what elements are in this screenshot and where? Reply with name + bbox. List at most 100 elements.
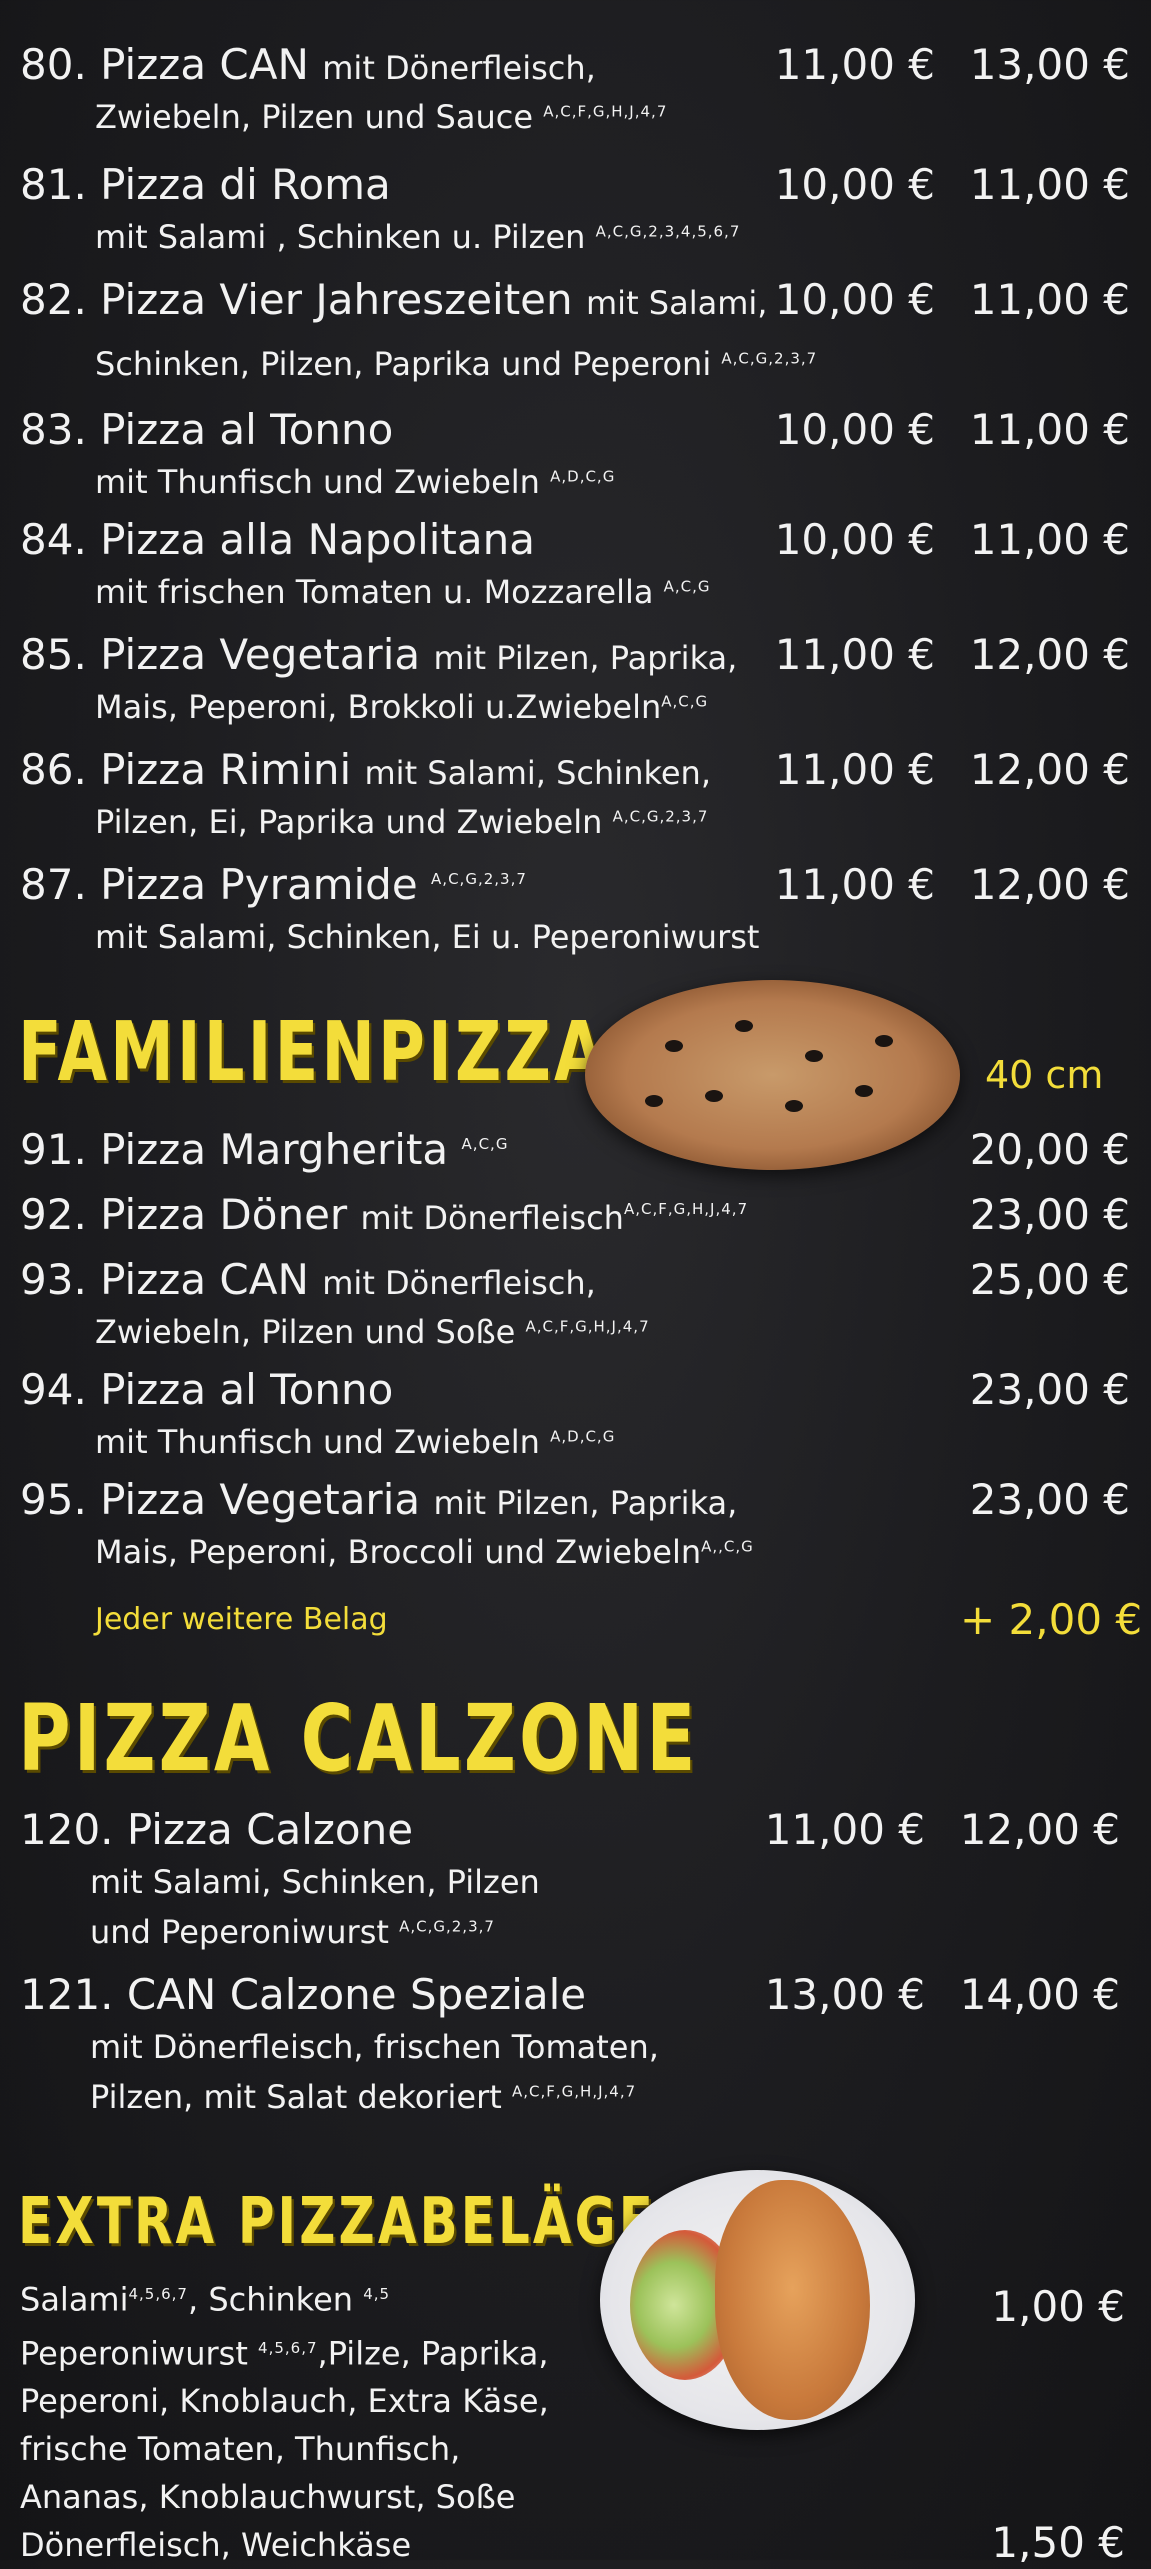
allergen-codes: A,C,G,2,3,7 [399, 1917, 495, 1936]
allergen-codes: A,C,G [461, 1135, 509, 1153]
allergen-codes: A,,C,G [701, 1537, 754, 1556]
item-number: 87. [20, 860, 87, 909]
item-name: Pizza Pyramide [100, 860, 418, 909]
item-description: mit Pilzen, Paprika, [433, 639, 738, 677]
price-small: 11,00 € [774, 745, 935, 794]
allergen-codes: A,C,F,G,H,J,4,7 [623, 1200, 749, 1218]
item-number: 85. [20, 630, 87, 679]
item-number: 92. [20, 1190, 87, 1239]
allergen-codes: A,C,G,2,3,4,5,6,7 [595, 222, 741, 241]
olive-icon [875, 1035, 893, 1047]
section-title-extras: EXTRA PIZZABELÄGE [18, 2185, 656, 2259]
item-name: Pizza Döner [100, 1190, 348, 1239]
calzone-dish [715, 2180, 870, 2420]
price-small: 10,00 € [774, 515, 935, 564]
item-description: mit Dönerfleisch, frischen Tomaten, [90, 2028, 659, 2066]
extra-price-1: 1,00 € [991, 2282, 1125, 2331]
item-name: Pizza alla Napolitana [100, 515, 535, 564]
extra-item: , Schinken [187, 2280, 354, 2319]
olive-icon [645, 1095, 663, 1107]
allergen-codes: A,C,G,2,3,7 [612, 807, 709, 826]
price-large: 12,00 € [959, 1805, 1120, 1854]
item-number: 84. [20, 515, 87, 564]
item-name: Pizza Vegetaria [100, 630, 421, 679]
item-description: und Peperoniwurst [90, 1913, 389, 1951]
item-description: Pilzen, Ei, Paprika und Zwiebeln [95, 803, 603, 841]
item-description: mit Thunfisch und Zwiebeln [95, 463, 540, 501]
item-number: 121. [20, 1970, 114, 2019]
extra-item: Salami [20, 2280, 129, 2319]
price-small: 13,00 € [764, 1970, 925, 2019]
item-name: Pizza CAN [100, 1255, 309, 1304]
allergen-codes: A,C,G,2,3,7 [721, 349, 818, 368]
olive-icon [855, 1085, 873, 1097]
price-small: 11,00 € [774, 40, 935, 89]
olive-icon [785, 1100, 803, 1112]
item-description: mit Pilzen, Paprika, [433, 1484, 738, 1522]
price-large: 12,00 € [969, 860, 1130, 909]
item-description: mit Dönerfleisch, [322, 49, 596, 87]
price-large: 12,00 € [969, 745, 1130, 794]
price-large: 12,00 € [969, 630, 1130, 679]
item-number: 80. [20, 40, 87, 89]
pizza-size: 40 cm [985, 1053, 1104, 1097]
item-number: 93. [20, 1255, 87, 1304]
item-description: mit Thunfisch und Zwiebeln [95, 1423, 540, 1461]
extras-list: Salami4,5,6,7, Schinken 4,5 Peperoniwurs… [20, 2270, 549, 2569]
extra-item: Dönerfleisch, Weichkäse [20, 2526, 412, 2565]
price: 25,00 € [969, 1255, 1130, 1304]
item-description: mit Dönerfleisch, [322, 1264, 596, 1302]
price: 23,00 € [969, 1190, 1130, 1239]
section-title-familienpizza: FAMILIENPIZZA [18, 1005, 607, 1100]
item-name: Pizza Vier Jahreszeiten [100, 275, 573, 324]
allergen-codes: 4,5 [363, 2285, 391, 2303]
item-description: Schinken, Pilzen, Paprika und Peperoni [95, 345, 712, 383]
olive-icon [805, 1050, 823, 1062]
price-large: 14,00 € [959, 1970, 1120, 2019]
allergen-codes: A,C,F,G,H,J,4,7 [525, 1317, 650, 1336]
extra-topping-price: + 2,00 € [960, 1595, 1143, 1644]
item-description: mit frischen Tomaten u. Mozzarella [95, 573, 654, 611]
price-small: 10,00 € [774, 405, 935, 454]
item-number: 91. [20, 1125, 87, 1174]
item-number: 82. [20, 275, 87, 324]
price: 23,00 € [969, 1475, 1130, 1524]
item-number: 94. [20, 1365, 87, 1414]
section-title-calzone: PIZZA CALZONE [18, 1685, 699, 1792]
price-small: 11,00 € [774, 860, 935, 909]
price-small: 11,00 € [774, 630, 935, 679]
allergen-codes: A,D,C,G [550, 467, 616, 486]
extra-item: Peperoni, Knoblauch, Extra Käse, [20, 2382, 549, 2421]
item-description: Zwiebeln, Pilzen und Soße [95, 1313, 516, 1351]
item-description: mit Salami, Schinken, [364, 754, 712, 792]
price: 23,00 € [969, 1365, 1130, 1414]
allergen-codes: A,D,C,G [550, 1427, 616, 1446]
item-description: mit Salami , Schinken u. Pilzen [95, 218, 586, 256]
price-small: 10,00 € [774, 275, 935, 324]
price-large: 11,00 € [969, 275, 1130, 324]
item-name: Pizza Calzone [126, 1805, 414, 1854]
olive-icon [665, 1040, 683, 1052]
extra-item: Ananas, Knoblauchwurst, Soße [20, 2478, 516, 2517]
item-name: Pizza Rimini [100, 745, 352, 794]
item-name: CAN Calzone Speziale [126, 1970, 587, 2019]
extra-item: ,Pilze, Paprika, [317, 2334, 549, 2373]
extra-item: Peperoniwurst [20, 2334, 248, 2373]
item-description: Mais, Peperoni, Broccoli und Zwiebeln [95, 1533, 702, 1571]
item-description: mit Dönerfleisch [360, 1199, 624, 1237]
allergen-codes: 4,5,6,7 [128, 2285, 188, 2303]
allergen-codes: A,C,F,G,H,J,4,7 [543, 102, 668, 121]
item-number: 81. [20, 160, 87, 209]
item-number: 95. [20, 1475, 87, 1524]
allergen-codes: A,C,G,2,3,7 [431, 870, 527, 888]
item-description: mit Salami, [586, 284, 768, 322]
price-small: 11,00 € [764, 1805, 925, 1854]
item-description: mit Salami, Schinken, Ei u. Peperoniwurs… [95, 918, 760, 956]
item-number: 120. [20, 1805, 114, 1854]
item-name: Pizza al Tonno [100, 405, 394, 454]
item-description: Pilzen, mit Salat dekoriert [90, 2078, 502, 2116]
item-name: Pizza CAN [100, 40, 309, 89]
allergen-codes: A,C,G [663, 577, 711, 596]
item-name: Pizza al Tonno [100, 1365, 394, 1414]
extra-item: frische Tomaten, Thunfisch, [20, 2430, 461, 2469]
